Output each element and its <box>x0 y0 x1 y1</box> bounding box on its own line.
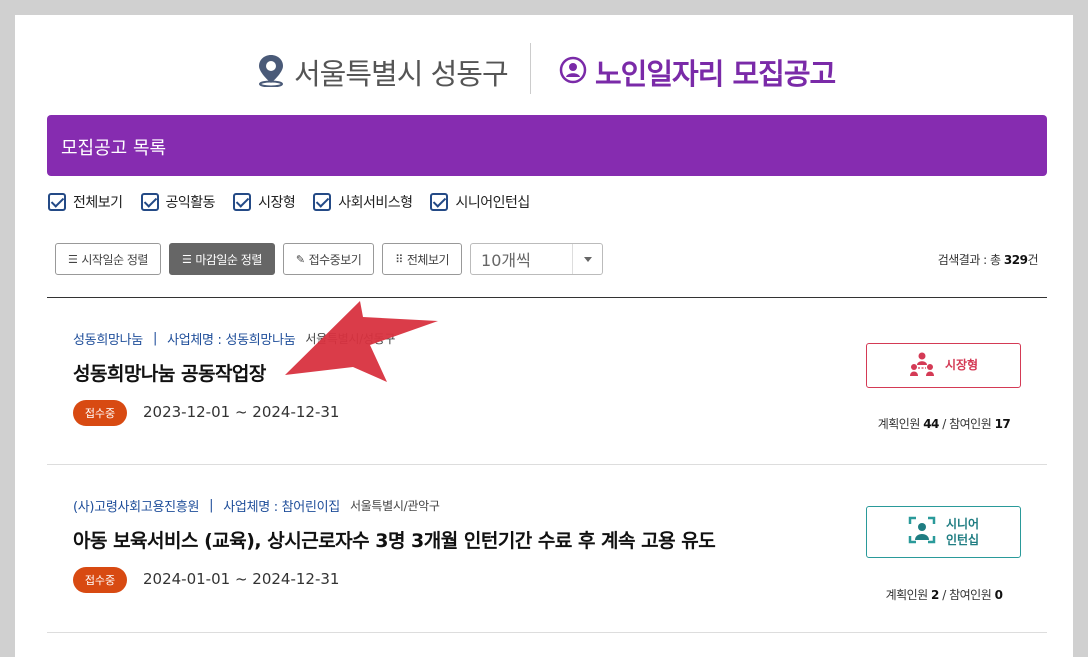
region: 서울특별시/관악구 <box>349 499 440 513</box>
list-title: 모집공고 목록 <box>61 138 167 159</box>
type-label: 시장형 <box>944 358 979 373</box>
type-label-line1: 시니어 <box>945 516 980 531</box>
type-badge-market: 시장형 <box>866 343 1021 388</box>
join-count: 0 <box>994 588 1003 602</box>
type-filters: 전체보기 공익활동 시장형 사회서비스형 시니어인턴십 <box>48 192 548 212</box>
item-meta: (사)고령사회고용진흥원 | 사업체명 : 참어린이집 서울특별시/관악구 <box>73 496 440 515</box>
filter-label: 공익활동 <box>165 195 216 211</box>
accepting-button[interactable]: ✎ 접수중보기 <box>282 243 375 275</box>
row-divider <box>47 632 1047 633</box>
checkbox[interactable] <box>233 193 252 211</box>
location-selector[interactable]: 서울특별시 성동구 <box>256 51 509 93</box>
headcount: 계획인원 2 / 참여인원 0 <box>844 586 1044 603</box>
page-size-select[interactable]: 10개씩 <box>470 243 604 275</box>
org-name[interactable]: (사)고령사회고용진흥원 <box>73 496 199 515</box>
row-divider <box>47 464 1047 465</box>
org-name[interactable]: 성동희망나눔 <box>73 329 143 348</box>
type-badge-senior-intern: 시니어인턴십 <box>866 506 1021 558</box>
chevron-down-icon[interactable] <box>572 244 602 274</box>
filter-public[interactable]: 공익활동 <box>140 192 216 212</box>
view-all-label: 전체보기 <box>406 252 450 267</box>
list-header-bar: 모집공고 목록 <box>47 115 1047 176</box>
location-label: 서울특별시 성동구 <box>294 57 509 91</box>
type-label-line2: 인턴십 <box>945 533 980 547</box>
checkbox[interactable] <box>48 193 66 211</box>
page: 서울특별시 성동구 노인일자리 모집공고 모집공고 목록 전체보기 공익활동 시… <box>15 15 1073 657</box>
plan-count: 2 <box>931 588 939 602</box>
group-people-icon <box>909 351 935 381</box>
list-item[interactable]: 성동희망나눔 | 사업체명 : 성동희망나눔 서울특별시/성동구 성동희망나눔 … <box>47 329 1047 449</box>
filter-senior-intern[interactable]: 시니어인턴십 <box>430 192 530 212</box>
plan-count: 44 <box>923 417 939 431</box>
checkbox[interactable] <box>430 193 449 211</box>
filter-label: 시장형 <box>258 195 296 211</box>
join-count: 17 <box>994 417 1011 431</box>
business-name: 사업체명 : 성동희망나눔 <box>167 333 296 348</box>
filter-label: 사회서비스형 <box>338 195 413 211</box>
service-title-group: 노인일자리 모집공고 <box>559 51 836 93</box>
list-toolbar: ☰ 시작일순 정렬 ☰ 마감일순 정렬 ✎ 접수중보기 ⠿ 전체보기 10개씩 <box>55 243 604 275</box>
pencil-icon: ✎ <box>295 252 305 266</box>
item-title[interactable]: 아동 보육서비스 (교육), 상시근로자수 3명 3개월 인턴기간 수료 후 계… <box>73 526 716 553</box>
page-header: 서울특별시 성동구 노인일자리 모집공고 <box>15 43 1073 95</box>
business-name: 사업체명 : 참어린이집 <box>223 500 340 515</box>
list-item[interactable]: (사)고령사회고용진흥원 | 사업체명 : 참어린이집 서울특별시/관악구 아동… <box>47 496 1047 616</box>
sort-deadline-label: 마감일순 정렬 <box>195 252 262 267</box>
filter-label: 전체보기 <box>73 195 123 211</box>
sort-deadline-button[interactable]: ☰ 마감일순 정렬 <box>168 243 275 275</box>
filter-social-service[interactable]: 사회서비스형 <box>313 192 413 212</box>
map-pin-icon <box>256 53 286 91</box>
region: 서울특별시/성동구 <box>305 332 396 346</box>
meta-separator: | <box>152 331 158 346</box>
checkbox[interactable] <box>140 193 159 211</box>
user-circle-icon <box>559 56 587 88</box>
list-icon: ☰ <box>68 252 78 266</box>
item-period: 2024-01-01 ~ 2024-12-31 <box>143 570 340 588</box>
checkbox[interactable] <box>313 193 332 211</box>
plan-label: 계획인원 <box>885 588 932 602</box>
senior-intern-icon <box>908 516 936 548</box>
accepting-label: 접수중보기 <box>308 252 362 267</box>
service-title: 노인일자리 모집공고 <box>595 57 836 91</box>
page-size-value: 10개씩 <box>481 251 531 270</box>
count-separator: / 참여인원 <box>938 588 995 602</box>
item-period: 2023-12-01 ~ 2024-12-31 <box>143 403 340 421</box>
result-suffix: 건 <box>1027 253 1038 267</box>
list-icon: ☰ <box>181 252 192 266</box>
header-divider <box>530 43 531 94</box>
filter-market[interactable]: 시장형 <box>233 192 296 212</box>
type-label: 시니어인턴십 <box>946 516 979 548</box>
filter-label: 시니어인턴십 <box>455 195 530 211</box>
result-number: 329 <box>1003 253 1028 267</box>
list-top-divider <box>47 297 1047 298</box>
result-prefix: 검색결과 : 총 <box>937 253 1004 267</box>
item-meta: 성동희망나눔 | 사업체명 : 성동희망나눔 서울특별시/성동구 <box>73 329 395 348</box>
result-count: 검색결과 : 총 329건 <box>937 251 1039 268</box>
status-badge: 접수중 <box>73 567 127 593</box>
grid-icon: ⠿ <box>395 252 403 266</box>
status-badge: 접수중 <box>73 400 127 426</box>
sort-start-button[interactable]: ☰ 시작일순 정렬 <box>55 243 161 275</box>
meta-separator: | <box>209 498 214 513</box>
item-title[interactable]: 성동희망나눔 공동작업장 <box>73 359 266 386</box>
count-separator: / 참여인원 <box>938 417 995 431</box>
headcount: 계획인원 44 / 참여인원 17 <box>844 415 1044 432</box>
sort-start-label: 시작일순 정렬 <box>81 252 148 267</box>
plan-label: 계획인원 <box>877 417 924 431</box>
view-all-button[interactable]: ⠿ 전체보기 <box>382 243 463 275</box>
filter-all[interactable]: 전체보기 <box>48 192 123 212</box>
